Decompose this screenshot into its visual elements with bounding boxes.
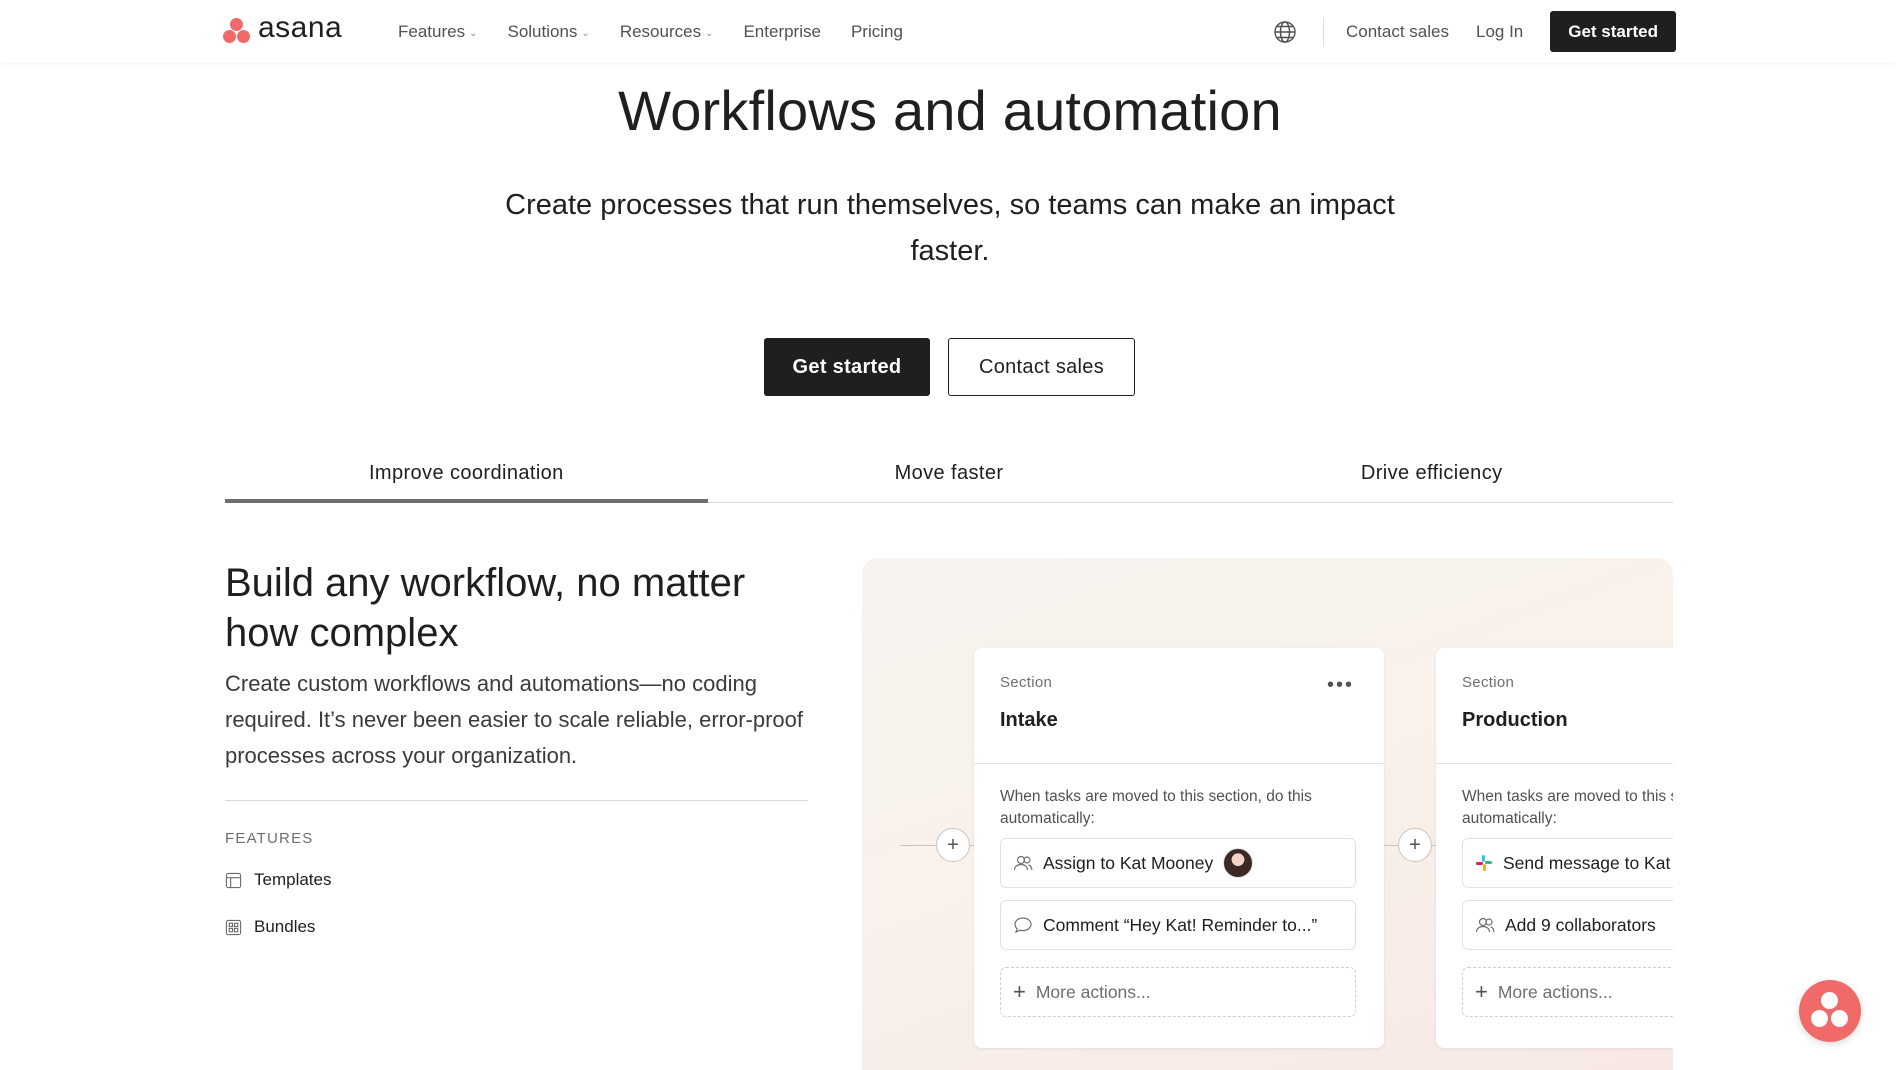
section-card-production: Section Production When tasks are moved … [1436, 648, 1673, 1048]
action-assign[interactable]: Assign to Kat Mooney [1000, 838, 1356, 888]
hero-subtitle: Create processes that run themselves, so… [505, 189, 1395, 267]
nav-actions: Contact sales Log In Get started [1273, 11, 1676, 52]
globe-icon[interactable] [1273, 20, 1297, 44]
action-add-collaborators[interactable]: Add 9 collaborators [1462, 900, 1673, 950]
feature-item-label: Templates [254, 870, 332, 889]
primary-nav: Features ⌄ Solutions ⌄ Resources ⌄ Enterpri… [398, 22, 903, 42]
more-actions-label: More actions... [1035, 981, 1151, 1002]
nav-solutions[interactable]: Solutions ⌄ [507, 22, 589, 42]
more-actions-label: More actions... [1497, 981, 1613, 1002]
tab-improve-coordination[interactable]: Improve coordination [225, 450, 708, 503]
chevron-down-icon: ⌄ [469, 27, 478, 39]
tab-drive-efficiency[interactable]: Drive efficiency [1190, 450, 1673, 502]
chevron-down-icon: ⌄ [705, 27, 714, 39]
feature-description: Create custom workflows and automations—… [225, 671, 804, 768]
action-label: Send message to Kat [1503, 852, 1671, 873]
nav-solutions-label: Solutions [507, 22, 578, 41]
card-section-label: Section [1000, 674, 1053, 691]
card-header: Section Intake ••• [974, 648, 1384, 764]
card-section-name: Production [1462, 709, 1568, 731]
feature-item-bundles[interactable]: Bundles [225, 917, 315, 937]
collaborators-icon [1475, 917, 1495, 933]
features-label: FEATURES [225, 830, 314, 847]
avatar [1223, 848, 1254, 878]
template-icon [225, 872, 242, 888]
nav-features[interactable]: Features ⌄ [398, 22, 477, 42]
help-chat-button[interactable] [1799, 980, 1861, 1042]
workflow-illustration: + + Section Intake ••• When tasks are mo… [862, 558, 1673, 1070]
nav-resources[interactable]: Resources ⌄ [620, 22, 714, 42]
tab-move-faster[interactable]: Move faster [708, 450, 1191, 502]
feature-item-label: Bundles [254, 917, 316, 936]
nav-get-started-button[interactable]: Get started [1550, 11, 1676, 52]
plus-icon: + [1013, 979, 1026, 1004]
top-nav: asana Features ⌄ Solutions ⌄ Resources ⌄ En… [0, 0, 1896, 63]
bundle-icon [225, 919, 242, 935]
add-rule-button[interactable]: + [936, 828, 970, 862]
asana-logo-icon [222, 16, 252, 44]
card-rule-text: When tasks are moved to this section, do… [1000, 788, 1312, 827]
nav-enterprise-label: Enterprise [743, 22, 821, 41]
asana-logo[interactable]: asana [222, 11, 343, 44]
hero-buttons: Get started Contact sales [764, 338, 1135, 396]
nav-resources-label: Resources [619, 22, 702, 41]
feature-title: Build any workflow, no matter how comple… [225, 561, 746, 655]
more-options-icon[interactable]: ••• [1327, 674, 1354, 697]
plus-icon: + [1475, 979, 1488, 1004]
action-label: Comment “Hey Kat! Reminder to...” [1043, 914, 1318, 935]
more-actions-button[interactable]: + More actions... [1462, 967, 1673, 1017]
nav-enterprise[interactable]: Enterprise [743, 22, 820, 42]
action-comment[interactable]: Comment “Hey Kat! Reminder to...” [1000, 900, 1356, 950]
nav-pricing[interactable]: Pricing [851, 22, 903, 42]
action-label: Assign to Kat Mooney [1043, 852, 1214, 873]
assignee-icon [1013, 855, 1033, 871]
asana-dot [1831, 1010, 1848, 1027]
feature-tabs: Improve coordination Move faster Drive e… [225, 450, 1673, 503]
action-send-message[interactable]: Send message to Kat [1462, 838, 1673, 888]
section-card-intake: Section Intake ••• When tasks are moved … [974, 648, 1384, 1048]
nav-divider [1322, 17, 1324, 46]
more-actions-button[interactable]: + More actions... [1000, 967, 1356, 1017]
page-title: Workflows and automation [618, 79, 1282, 142]
card-section-name: Intake [1000, 709, 1058, 731]
logo-text: asana [258, 11, 343, 44]
add-rule-button[interactable]: + [1398, 828, 1432, 862]
nav-features-label: Features [398, 22, 466, 41]
get-started-button[interactable]: Get started [764, 338, 930, 396]
asana-dot [1811, 1010, 1828, 1027]
card-header: Section Production [1436, 648, 1673, 764]
feature-divider [225, 800, 808, 801]
slack-icon [1476, 855, 1492, 871]
card-section-label: Section [1462, 674, 1515, 691]
feature-item-templates[interactable]: Templates [225, 870, 331, 890]
contact-sales-button[interactable]: Contact sales [948, 338, 1135, 396]
action-label: Add 9 collaborators [1505, 914, 1656, 935]
nav-login[interactable]: Log In [1476, 22, 1523, 42]
chevron-down-icon: ⌄ [581, 27, 590, 39]
asana-dot [1821, 992, 1838, 1009]
nav-pricing-label: Pricing [850, 22, 903, 41]
nav-contact-sales[interactable]: Contact sales [1346, 22, 1449, 42]
card-rule-text: When tasks are moved to this section, do… [1462, 788, 1673, 827]
comment-icon [1014, 917, 1032, 934]
